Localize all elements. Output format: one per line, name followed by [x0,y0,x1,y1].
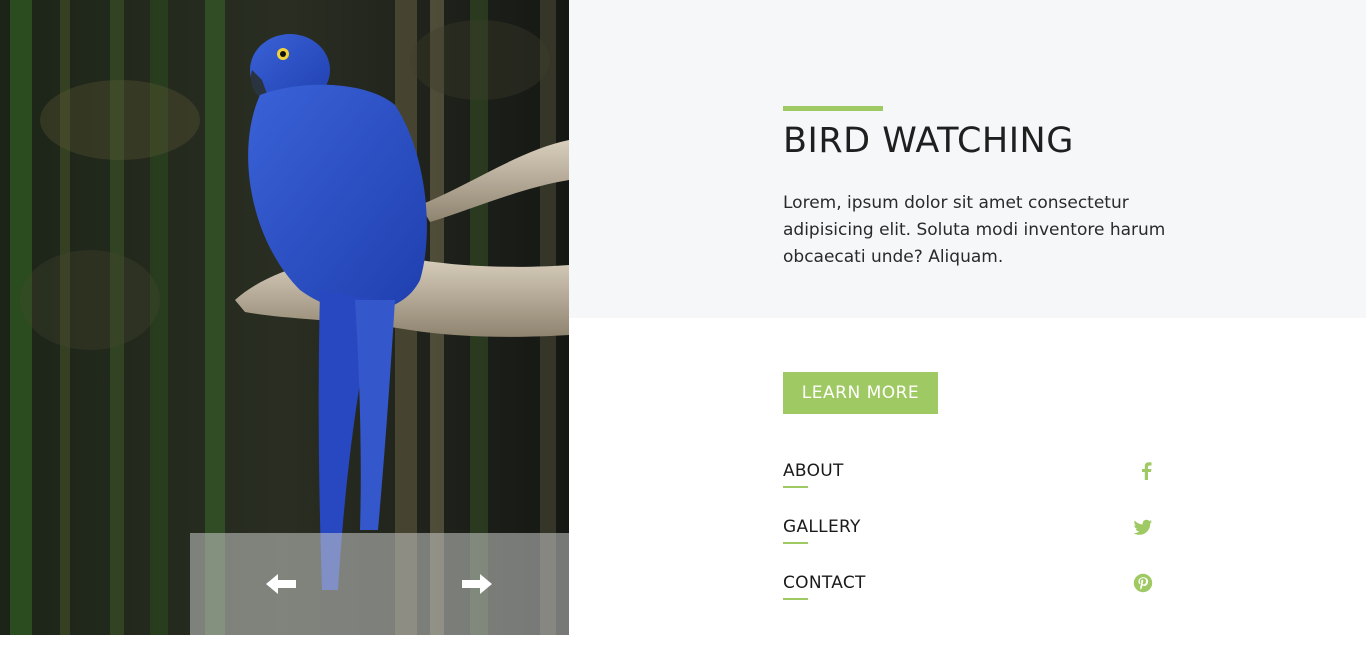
facebook-icon[interactable] [1137,461,1157,481]
nav-underline [783,598,808,600]
twitter-icon[interactable] [1133,517,1153,537]
nav-link-gallery[interactable]: GALLERY [783,517,861,537]
description: Lorem, ipsum dolor sit amet consectetur … [783,193,1166,267]
page: BIRD WATCHING Lorem, ipsum dolor sit ame… [0,0,1366,654]
hero-image [0,0,569,635]
learn-more-button[interactable]: LEARN MORE [783,372,938,414]
nav-link-contact[interactable]: CONTACT [783,573,866,593]
nav-link-about[interactable]: ABOUT [783,461,844,481]
slider-controls [190,533,569,635]
nav-underline [783,486,808,488]
arrow-right-icon[interactable] [454,571,494,597]
pinterest-icon[interactable] [1133,573,1153,593]
title-accent-bar [783,106,883,111]
page-title: BIRD WATCHING [783,121,1074,161]
arrow-left-icon[interactable] [264,571,304,597]
nav-underline [783,542,808,544]
